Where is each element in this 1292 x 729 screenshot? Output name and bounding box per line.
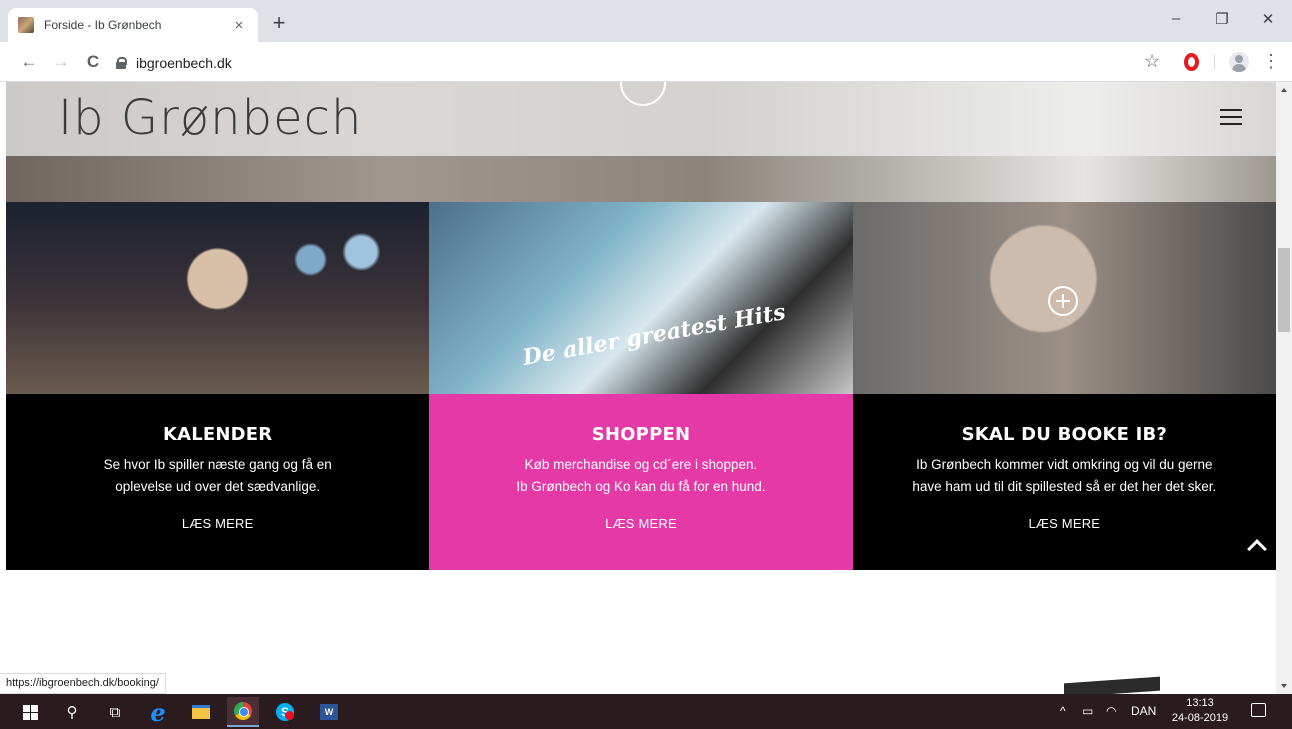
- booking-read-more-link[interactable]: LÆS MERE: [1028, 516, 1100, 531]
- browser-toolbar: ← → C ibgroenbech.dk ☆ ⋮: [0, 42, 1292, 82]
- scroll-up-arrow-icon[interactable]: [1281, 88, 1287, 92]
- windows-taskbar: ⚲ ⧉ e S W ^ ▭ ◠ DAN 13:13 24-08-2019: [0, 694, 1292, 729]
- page-viewport: Ib Grønbech KALENDER Se hvor Ib spiller …: [0, 82, 1276, 694]
- shoppen-text-line-2: Ib Grønbech og Ko kan du få for en hund.: [516, 479, 766, 494]
- kalender-card[interactable]: KALENDER Se hvor Ib spiller næste gang o…: [6, 202, 430, 570]
- screen: Forside - Ib Grønbech × + – ❐ ✕ ← → C ib…: [0, 0, 1292, 729]
- close-window-button[interactable]: ✕: [1246, 10, 1290, 28]
- shoppen-card[interactable]: De aller greatest Hits SHOPPEN Køb merch…: [429, 202, 853, 570]
- kalender-read-more-link[interactable]: LÆS MERE: [182, 516, 254, 531]
- tab-title: Forside - Ib Grønbech: [44, 18, 162, 32]
- tab-close-icon[interactable]: ×: [230, 17, 248, 34]
- concert-photo[interactable]: [6, 202, 430, 394]
- shoppen-text-line-1: Køb merchandise og cd´ere i shoppen.: [524, 457, 758, 472]
- taskbar-clock[interactable]: 13:13 24-08-2019: [1170, 696, 1230, 726]
- kalender-panel: KALENDER Se hvor Ib spiller næste gang o…: [6, 394, 430, 570]
- task-view-icon[interactable]: ⧉: [103, 700, 127, 724]
- site-favicon-icon: [18, 17, 34, 33]
- scroll-down-arrow-icon[interactable]: [1281, 684, 1287, 688]
- internet-explorer-icon[interactable]: e: [146, 698, 170, 727]
- skype-error-badge-icon: [285, 711, 294, 720]
- network-tray-icon[interactable]: ▭: [1082, 704, 1093, 718]
- browser-tab-bar: Forside - Ib Grønbech × + – ❐ ✕: [0, 0, 1292, 42]
- link-status-bar: https://ibgroenbech.dk/booking/: [0, 673, 166, 694]
- skype-icon[interactable]: S: [273, 700, 297, 724]
- booking-text-line-1: Ib Grønbech kommer vidt omkring og vil d…: [916, 457, 1213, 472]
- address-url[interactable]: ibgroenbech.dk: [136, 55, 232, 71]
- new-tab-button[interactable]: +: [266, 11, 292, 37]
- booking-title[interactable]: SKAL DU BOOKE IB?: [853, 424, 1276, 445]
- minimize-button[interactable]: –: [1154, 10, 1198, 27]
- booking-card[interactable]: SKAL DU BOOKE IB? Ib Grønbech kommer vid…: [852, 202, 1276, 570]
- restore-button[interactable]: ❐: [1200, 10, 1244, 28]
- shoppen-title[interactable]: SHOPPEN: [429, 424, 852, 445]
- hamburger-menu-icon[interactable]: [1220, 109, 1242, 130]
- chrome-taskbar-icon[interactable]: [227, 696, 259, 728]
- address-bar[interactable]: ibgroenbech.dk: [116, 50, 1126, 76]
- back-button[interactable]: ←: [18, 51, 40, 73]
- booking-photo[interactable]: [852, 202, 1276, 394]
- clock-date: 24-08-2019: [1171, 712, 1229, 724]
- windows-start-icon[interactable]: [18, 700, 42, 724]
- booking-panel: SKAL DU BOOKE IB? Ib Grønbech kommer vid…: [852, 394, 1276, 570]
- notification-center-icon[interactable]: [1251, 703, 1266, 717]
- opera-extension-icon[interactable]: [1184, 53, 1199, 71]
- kalender-text-line-1: Se hvor Ib spiller næste gang og få en: [103, 457, 332, 472]
- profile-avatar-icon[interactable]: [1229, 52, 1249, 72]
- forward-button[interactable]: →: [50, 51, 72, 73]
- bookmark-star-icon[interactable]: ☆: [1144, 51, 1160, 72]
- clock-time: 13:13: [1186, 697, 1214, 709]
- scrollbar-thumb[interactable]: [1278, 248, 1290, 332]
- cd-cover-photo[interactable]: De aller greatest Hits: [429, 202, 853, 394]
- shoppen-panel: SHOPPEN Køb merchandise og cd´ere i shop…: [429, 394, 853, 570]
- file-explorer-icon[interactable]: [189, 700, 213, 724]
- toolbar-divider: [1214, 54, 1215, 70]
- footer-image-edge: [1064, 676, 1160, 694]
- search-icon[interactable]: ⚲: [60, 700, 84, 724]
- booking-text-line-2: have ham ud til dit spillested så er det…: [912, 479, 1217, 494]
- reload-button[interactable]: C: [82, 51, 104, 73]
- word-icon[interactable]: W: [317, 700, 341, 724]
- lock-icon[interactable]: [116, 57, 127, 69]
- wifi-tray-icon[interactable]: ◠: [1106, 704, 1116, 718]
- cd-cover-title: De aller greatest Hits: [521, 299, 788, 371]
- language-indicator[interactable]: DAN: [1131, 704, 1156, 718]
- feature-columns: KALENDER Se hvor Ib spiller næste gang o…: [6, 202, 1276, 570]
- page-scrollbar[interactable]: [1276, 82, 1292, 694]
- site-logo[interactable]: Ib Grønbech: [58, 90, 362, 146]
- kalender-text-line-2: oplevelse ud over det sædvanlige.: [115, 479, 321, 494]
- back-to-top-icon[interactable]: [1247, 539, 1267, 559]
- browser-menu-icon[interactable]: ⋮: [1262, 51, 1280, 72]
- shoppen-read-more-link[interactable]: LÆS MERE: [605, 516, 677, 531]
- tray-chevron-icon[interactable]: ^: [1060, 704, 1066, 718]
- hero-background-image: Ib Grønbech: [6, 82, 1276, 202]
- kalender-title[interactable]: KALENDER: [6, 424, 429, 445]
- browser-tab[interactable]: Forside - Ib Grønbech ×: [8, 8, 258, 42]
- plus-circle-icon[interactable]: [1047, 286, 1078, 316]
